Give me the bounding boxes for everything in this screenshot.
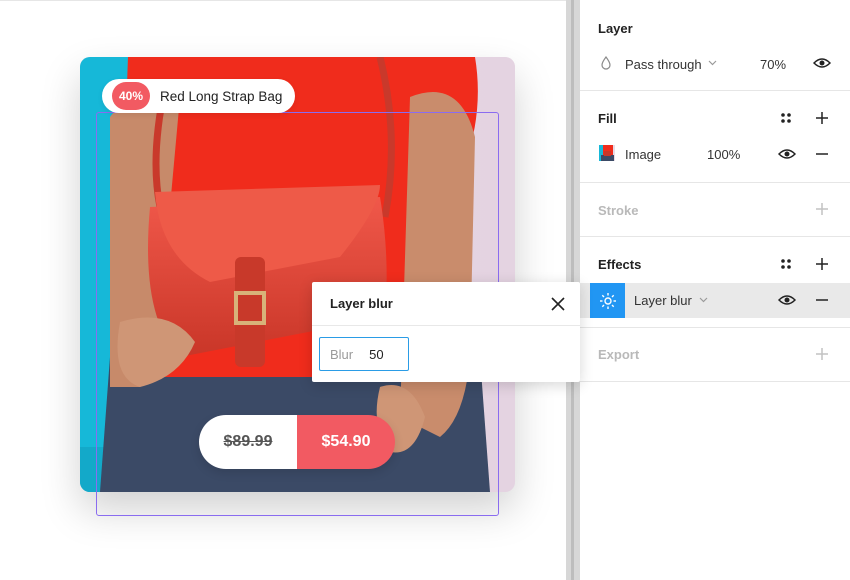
chevron-down-icon[interactable] [707, 58, 717, 68]
remove-effect-icon[interactable] [814, 293, 830, 307]
add-fill-icon[interactable] [814, 110, 830, 126]
price-tag[interactable]: $89.99 $54.90 [199, 415, 395, 469]
eye-icon[interactable] [777, 147, 797, 161]
fill-section: Fill Image 100% [580, 91, 850, 183]
layer-opacity[interactable]: 70% [760, 57, 786, 72]
fill-type[interactable]: Image [625, 147, 661, 162]
add-effect-icon[interactable] [814, 256, 830, 272]
layer-blur-popup: Layer blur Blur 50 [312, 282, 580, 382]
chevron-down-icon[interactable] [698, 295, 708, 305]
add-stroke-icon[interactable] [814, 201, 830, 217]
design-app: 40% Red Long Strap Bag $89.99 $54.90 Lay… [0, 0, 850, 580]
canvas-top-border [0, 0, 566, 1]
product-tag[interactable]: 40% Red Long Strap Bag [102, 79, 296, 113]
blend-mode-icon [599, 56, 613, 70]
blend-mode-select[interactable]: Pass through [625, 57, 702, 72]
blur-input[interactable]: Blur 50 [319, 337, 409, 371]
fill-section-title: Fill [598, 111, 617, 126]
new-price: $54.90 [297, 415, 395, 469]
old-price: $89.99 [199, 415, 297, 469]
effect-type-select[interactable]: Layer blur [634, 293, 692, 308]
effects-section-title: Effects [598, 257, 642, 272]
grid-styles-icon[interactable] [779, 111, 793, 125]
properties-panel: Layer Pass through 70% Fill Image 100% S… [580, 0, 850, 580]
grid-styles-icon[interactable] [779, 257, 793, 271]
eye-icon[interactable] [812, 56, 832, 70]
export-section: Export [580, 328, 850, 382]
layer-section: Layer Pass through 70% [580, 0, 850, 91]
layer-section-title: Layer [598, 21, 633, 36]
add-export-icon[interactable] [814, 346, 830, 362]
fill-opacity[interactable]: 100% [707, 147, 740, 162]
eye-icon[interactable] [777, 293, 797, 307]
product-title: Red Long Strap Bag [160, 88, 283, 104]
stroke-section: Stroke [580, 183, 850, 237]
popup-title: Layer blur [330, 296, 393, 311]
close-icon[interactable] [548, 294, 568, 314]
export-section-title: Export [598, 347, 640, 362]
blur-input-value: 50 [369, 346, 384, 362]
popup-header: Layer blur [312, 282, 580, 326]
blur-input-label: Blur [330, 346, 354, 362]
image-thumbnail-icon[interactable] [598, 144, 615, 161]
stroke-section-title: Stroke [598, 203, 639, 218]
effect-settings-sun-icon[interactable] [590, 283, 625, 318]
discount-badge: 40% [112, 82, 150, 110]
remove-fill-icon[interactable] [814, 147, 830, 161]
